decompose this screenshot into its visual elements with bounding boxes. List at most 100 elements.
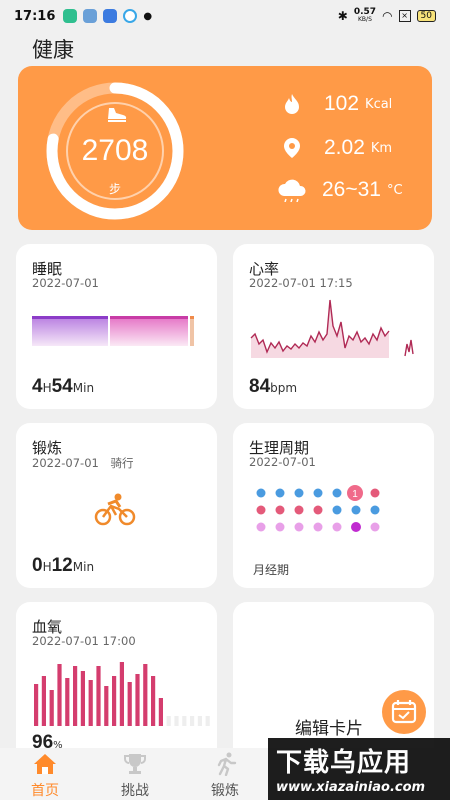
sleep-hours: 4 bbox=[32, 376, 43, 397]
edit-cards-label[interactable]: 编辑卡片 bbox=[295, 714, 363, 739]
heart-rate-chart bbox=[250, 299, 414, 358]
cycle-day-dot bbox=[370, 505, 380, 515]
oxygen-bar-empty bbox=[190, 716, 195, 726]
oxygen-bar bbox=[151, 676, 156, 726]
heart-rate-unit: bpm bbox=[270, 381, 298, 395]
oxygen-bar bbox=[143, 664, 148, 726]
more-notifications-dot: ● bbox=[143, 10, 153, 22]
site-watermark: 下载乌应用 www.xiazainiao.com bbox=[268, 738, 450, 800]
sleep-minutes-unit: Min bbox=[72, 381, 95, 395]
oxygen-bar bbox=[80, 671, 85, 726]
exercise-activity: 骑行 bbox=[110, 456, 134, 470]
status-right: ✱ 0.57 KB/S ◠ × 50 bbox=[338, 8, 436, 24]
sleep-segment-light bbox=[110, 316, 188, 346]
nav-label: 锻炼 bbox=[211, 783, 239, 799]
cycle-day-dot bbox=[370, 522, 380, 532]
edit-cards-button[interactable] bbox=[382, 690, 426, 734]
watermark-url: www.xiazainiao.com bbox=[276, 780, 426, 795]
oxygen-bar-empty bbox=[205, 716, 210, 726]
nav-item-home[interactable]: 首页 bbox=[10, 748, 80, 800]
app-notification-icon bbox=[83, 9, 98, 23]
cycle-day-dot bbox=[275, 488, 285, 498]
oxygen-bar bbox=[112, 676, 117, 726]
calories-stat: 102 Kcal bbox=[280, 92, 392, 116]
menstrual-cycle-card[interactable]: 生理周期 2022-07-01 1 月经期 bbox=[233, 423, 434, 588]
sim-icon: × bbox=[398, 10, 411, 22]
cycle-day-dot bbox=[351, 505, 361, 515]
step-progress-ring: 2708 步 bbox=[40, 76, 190, 226]
location-pin-icon bbox=[284, 138, 300, 158]
card-date: 2022-07-01 bbox=[32, 276, 99, 290]
cycle-day-dot bbox=[275, 522, 285, 532]
exercise-minutes-unit: Min bbox=[72, 560, 95, 574]
wifi-icon: ◠ bbox=[382, 9, 393, 23]
heart-rate-card[interactable]: 心率 2022-07-01 17:15 84 bpm bbox=[233, 244, 434, 409]
sleep-card[interactable]: 睡眠 2022-07-01 4 H 54 Min bbox=[16, 244, 217, 409]
card-date: 2022-07-01 bbox=[32, 456, 99, 470]
activity-summary-card[interactable]: 2708 步 102 Kcal 2.02 Km 26~31 °C bbox=[18, 66, 432, 230]
heart-rate-value-row: 84 bpm bbox=[249, 376, 297, 398]
exercise-hours: 0 bbox=[32, 555, 43, 576]
sleep-segment-light-cap bbox=[110, 316, 188, 319]
oxygen-bar-empty bbox=[166, 716, 171, 726]
temperature-unit: °C bbox=[386, 182, 403, 198]
net-speed-value: 0.57 bbox=[353, 7, 377, 17]
card-date: 2022-07-01 bbox=[249, 455, 316, 469]
cycle-day-dot bbox=[256, 488, 266, 498]
sleep-chart bbox=[32, 316, 194, 346]
cycle-day-dot bbox=[294, 522, 304, 532]
oxygen-bar bbox=[57, 664, 62, 726]
net-speed-unit: KB/S bbox=[358, 16, 372, 23]
cycle-dot-grid: 1 bbox=[256, 485, 380, 532]
battery-indicator: 50 bbox=[416, 10, 436, 22]
home-icon bbox=[34, 754, 56, 774]
sleep-duration: 4 H 54 Min bbox=[32, 376, 94, 398]
oxygen-bar bbox=[73, 666, 78, 726]
nav-item-exercise[interactable]: 锻炼 bbox=[190, 748, 260, 800]
cycle-day-dot bbox=[351, 522, 361, 532]
cycle-day-dot bbox=[332, 488, 342, 498]
oxygen-bar bbox=[127, 682, 132, 726]
exercise-card[interactable]: 锻炼 2022-07-01 骑行 0 H 12 Min bbox=[16, 423, 217, 588]
oxygen-bar bbox=[96, 666, 101, 726]
app-notification-icon bbox=[123, 9, 138, 23]
temperature-value: 26~31 bbox=[322, 178, 381, 201]
card-date: 2022-07-01 17:15 bbox=[249, 276, 353, 290]
oxygen-bar bbox=[119, 662, 124, 726]
sleep-segment-deep-cap bbox=[32, 316, 108, 319]
heart-rate-area bbox=[251, 300, 389, 358]
bluetooth-icon: ✱ bbox=[337, 9, 348, 23]
cycle-day-dot bbox=[370, 488, 380, 498]
shoe-icon bbox=[108, 108, 127, 122]
distance-value: 2.02 bbox=[324, 136, 365, 159]
status-bar: 17:16 ● ✱ 0.57 KB/S ◠ × 50 bbox=[0, 0, 450, 32]
oxygen-bar bbox=[34, 684, 39, 726]
sleep-hours-unit: H bbox=[42, 381, 52, 395]
sleep-segment-awake-cap bbox=[190, 316, 194, 319]
sleep-segment-awake bbox=[190, 316, 194, 346]
oxygen-bar bbox=[49, 690, 54, 726]
sleep-segment-deep bbox=[32, 316, 108, 346]
exercise-duration: 0 H 12 Min bbox=[32, 555, 94, 577]
step-unit: 步 bbox=[108, 182, 121, 196]
step-count: 2708 bbox=[81, 134, 149, 167]
cycle-day-dot bbox=[294, 505, 304, 515]
nav-item-challenge[interactable]: 挑战 bbox=[100, 748, 170, 800]
cycle-day-dot bbox=[332, 505, 342, 515]
card-date-row: 2022-07-01 骑行 bbox=[32, 455, 134, 471]
blood-oxygen-card[interactable]: 血氧 2022-07-01 17:00 96 % bbox=[16, 602, 217, 762]
cloud-rain-icon bbox=[278, 179, 306, 202]
oxygen-bar-empty bbox=[174, 716, 179, 726]
watermark-title: 下载乌应用 bbox=[276, 748, 412, 778]
flame-icon bbox=[285, 94, 299, 114]
distance-stat: 2.02 Km bbox=[280, 136, 392, 160]
cycle-day-dot bbox=[256, 505, 266, 515]
cycle-day-dot bbox=[313, 522, 323, 532]
cycle-day-dot bbox=[294, 488, 304, 498]
calories-unit: Kcal bbox=[365, 96, 393, 112]
oxygen-bar bbox=[135, 674, 140, 726]
calories-value: 102 bbox=[324, 92, 360, 115]
exercise-minutes: 12 bbox=[51, 555, 73, 576]
oxygen-bar bbox=[41, 676, 46, 726]
blood-oxygen-chart bbox=[34, 662, 210, 726]
